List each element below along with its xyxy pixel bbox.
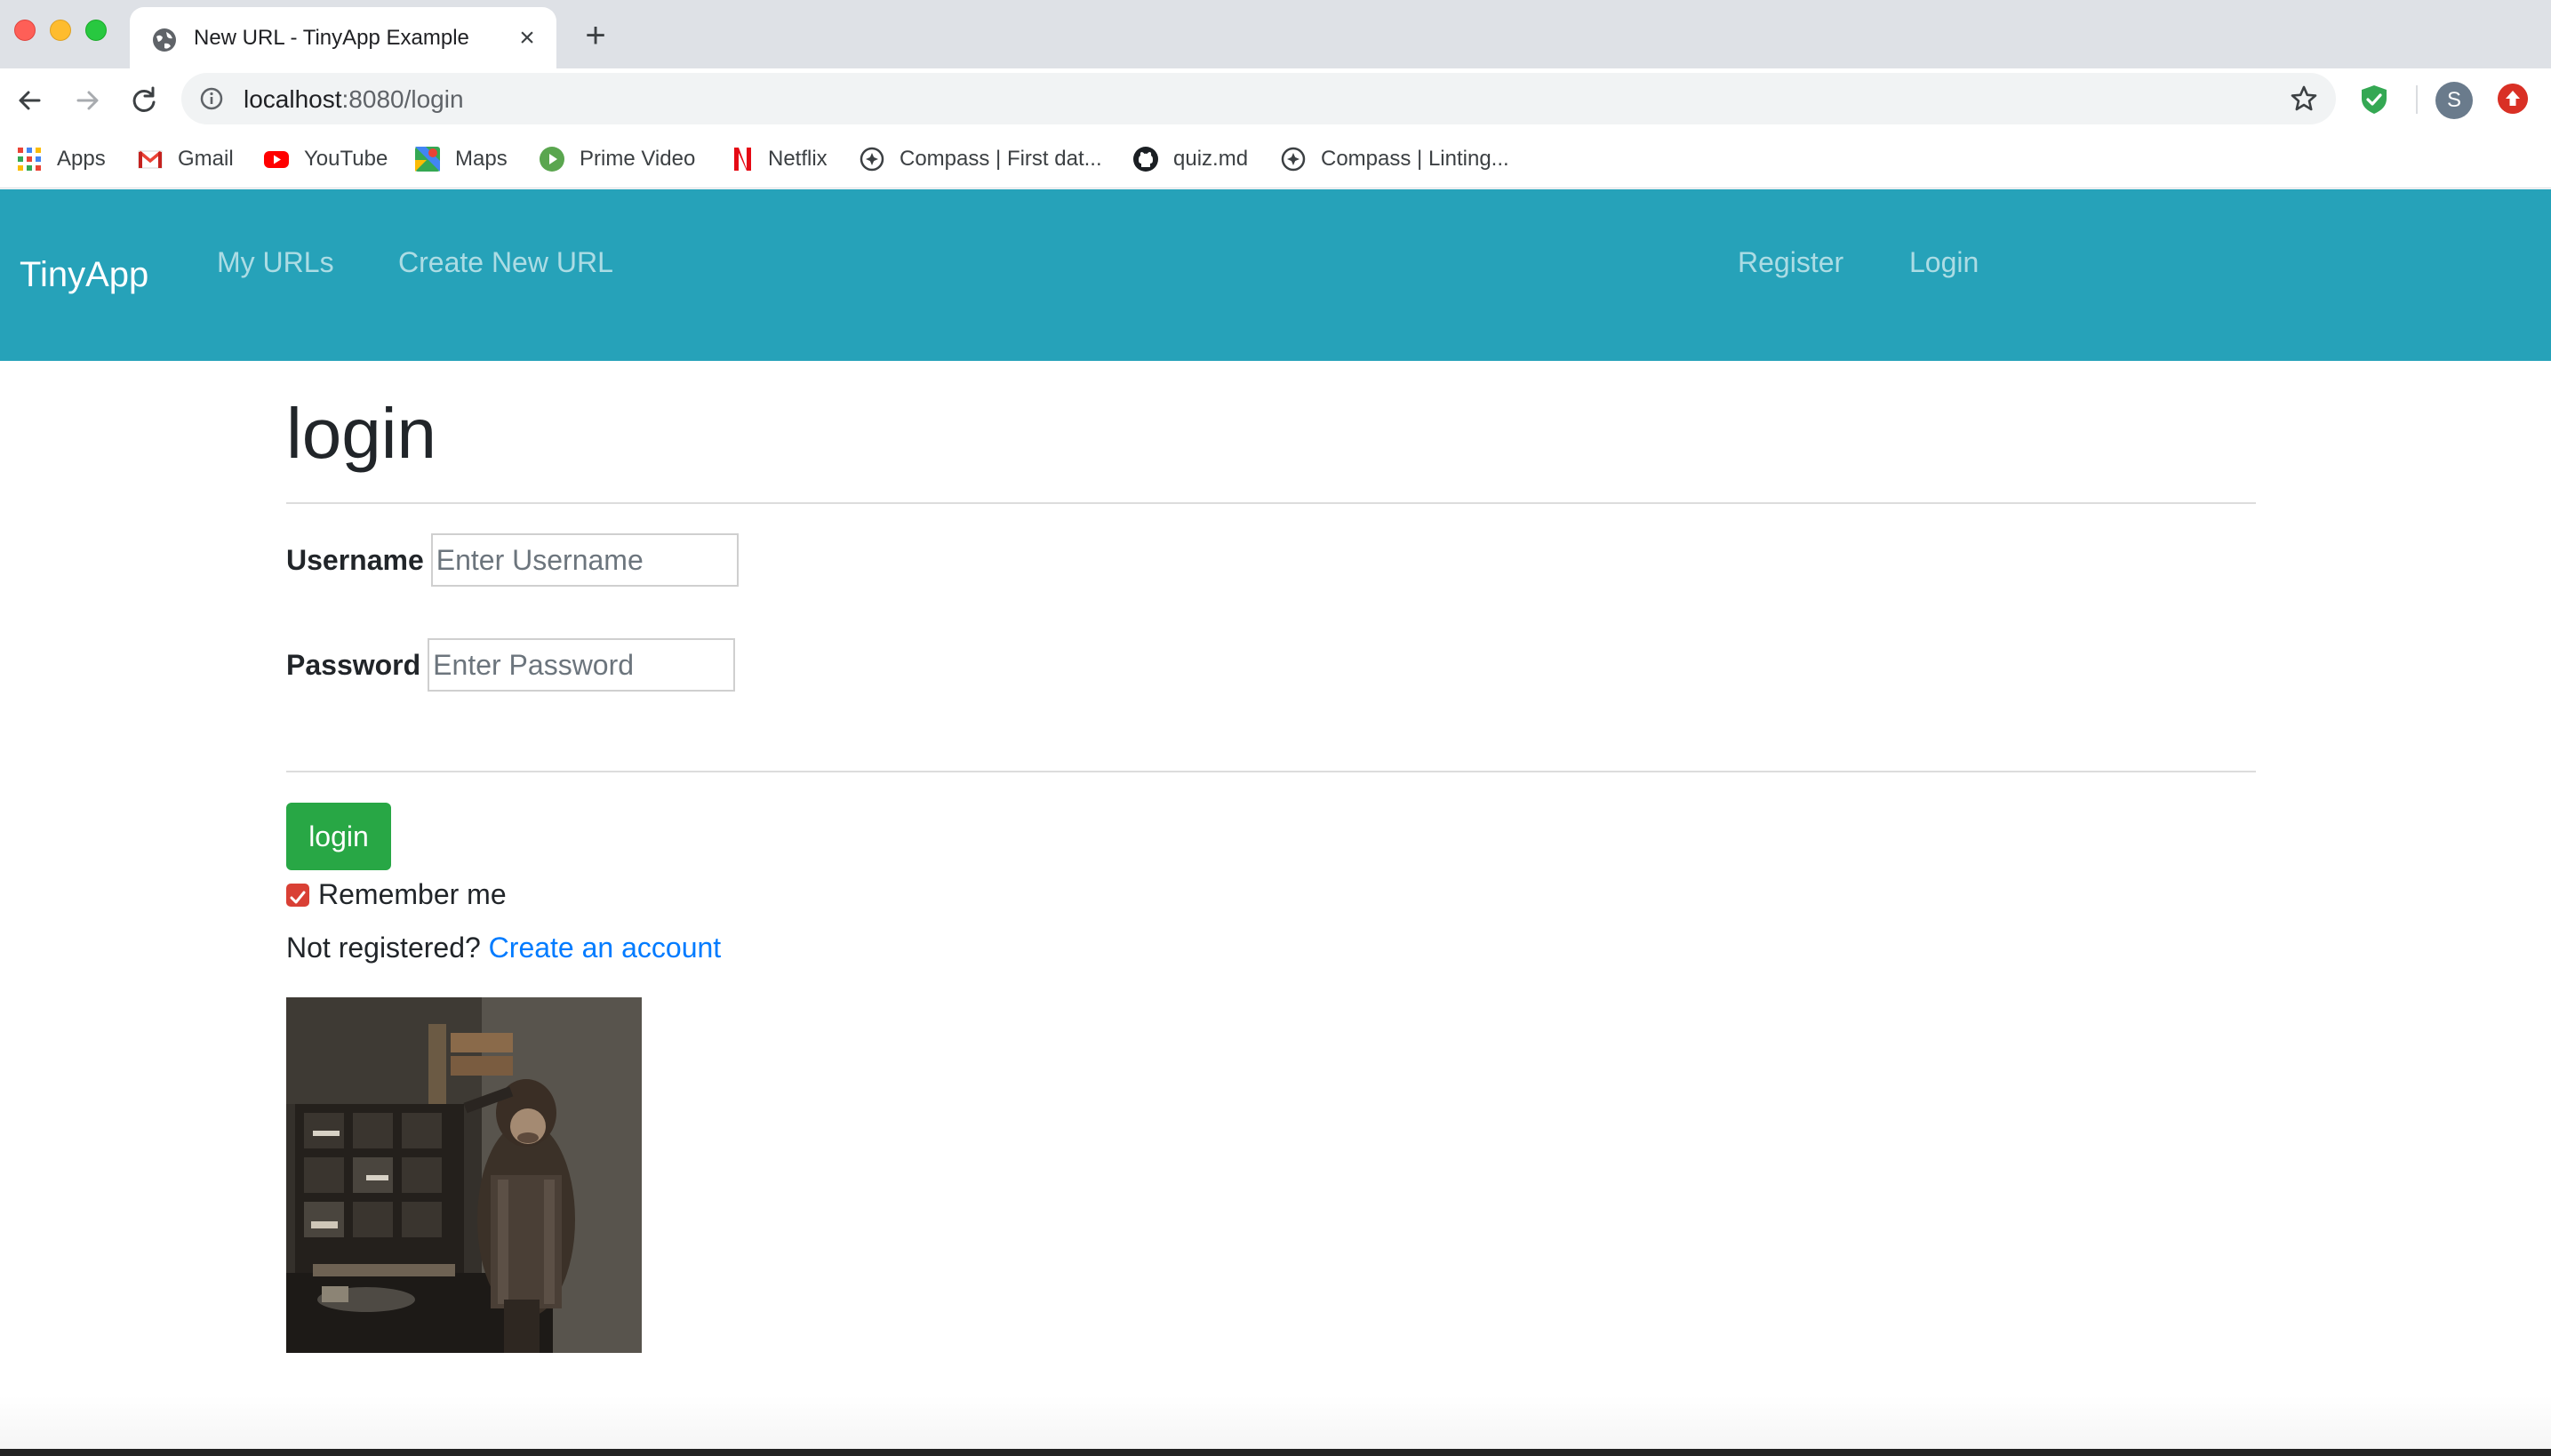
new-tab-button[interactable]: + [578, 18, 613, 53]
bookmark-compass-linting[interactable]: Compass | Linting... [1280, 141, 1509, 177]
url-text: localhost:8080/login [244, 85, 464, 113]
prime-video-icon [540, 147, 564, 172]
bookmark-apps[interactable]: Apps [16, 141, 106, 177]
netflix-icon [734, 148, 751, 171]
register-prompt: Not registered? Create an account [286, 932, 721, 964]
nav-login[interactable]: Login [1909, 246, 1979, 279]
password-row: Password [286, 638, 736, 692]
update-arrow-icon[interactable] [2498, 84, 2528, 114]
remember-me-label[interactable]: Remember me [318, 878, 507, 911]
remember-me-row: Remember me [286, 878, 507, 911]
info-icon[interactable] [199, 86, 224, 111]
bookmark-label: Gmail [178, 147, 234, 171]
maximize-window-button[interactable] [85, 20, 107, 41]
bookmark-maps[interactable]: Maps [414, 141, 508, 177]
page-bottom-fade [0, 1396, 2551, 1456]
address-bar[interactable]: localhost:8080/login [181, 73, 2336, 124]
bookmark-label: Maps [455, 147, 508, 171]
page-title: login [286, 394, 437, 473]
bookmark-label: Prime Video [580, 147, 696, 171]
browser-tab[interactable]: New URL - TinyApp Example × [130, 7, 556, 68]
apps-grid-icon [18, 148, 41, 171]
back-arrow-icon[interactable] [12, 83, 48, 118]
app-navbar: TinyApp My URLs Create New URL Register … [0, 189, 2551, 361]
bookmark-label: YouTube [304, 147, 388, 171]
reload-icon[interactable] [126, 83, 162, 118]
password-input[interactable] [428, 638, 736, 692]
browser-toolbar: localhost:8080/login [0, 68, 2551, 131]
bookmark-youtube[interactable]: YouTube [263, 141, 388, 177]
browser-tab-strip: New URL - TinyApp Example × + [0, 0, 2551, 68]
password-label: Password [286, 648, 421, 681]
bookmark-label: Compass | Linting... [1321, 147, 1509, 171]
maps-icon [415, 147, 440, 172]
chimpanzee-image [286, 997, 642, 1353]
close-window-button[interactable] [14, 20, 36, 41]
title-divider [286, 502, 2256, 504]
page-bottom-edge [0, 1449, 2551, 1456]
bookmark-prime-video[interactable]: Prime Video [539, 141, 695, 177]
username-label: Username [286, 543, 424, 576]
forward-arrow-icon[interactable] [69, 83, 105, 118]
tab-close-icon[interactable]: × [512, 23, 542, 53]
not-registered-text: Not registered? [286, 932, 481, 964]
remember-me-checkbox[interactable] [286, 883, 309, 907]
minimize-window-button[interactable] [50, 20, 71, 41]
nav-register[interactable]: Register [1738, 246, 1843, 279]
bookmark-netflix[interactable]: Netflix [727, 141, 828, 177]
bookmark-label: Apps [57, 147, 106, 171]
bookmark-star-icon[interactable] [2290, 84, 2318, 113]
create-account-link[interactable]: Create an account [489, 932, 722, 964]
bookmark-label: Compass | First dat... [900, 147, 1102, 171]
toolbar-separator [2416, 85, 2418, 114]
compass-icon [1281, 147, 1306, 172]
youtube-icon [264, 151, 289, 168]
gmail-icon [138, 150, 163, 169]
nav-create-new-url[interactable]: Create New URL [398, 246, 613, 279]
globe-icon [153, 28, 176, 52]
brand-logo[interactable]: TinyApp [20, 255, 148, 295]
profile-avatar[interactable]: S [2435, 82, 2473, 119]
username-input[interactable] [430, 533, 739, 587]
login-button[interactable]: login [286, 803, 391, 870]
tab-title: New URL - TinyApp Example [194, 26, 469, 50]
github-icon [1133, 147, 1158, 172]
bookmark-label: Netflix [768, 147, 828, 171]
bookmark-gmail[interactable]: Gmail [137, 141, 234, 177]
bookmarks-bar: Apps Gmail YouTube Maps Prime Video Netf… [0, 131, 2551, 188]
bookmark-compass-first[interactable]: Compass | First dat... [859, 141, 1102, 177]
checkmark-icon [290, 891, 306, 903]
nav-my-urls[interactable]: My URLs [217, 246, 334, 279]
form-divider [286, 771, 2256, 772]
shield-extension-icon[interactable] [2359, 84, 2389, 116]
bookmark-quiz[interactable]: quiz.md [1132, 141, 1248, 177]
bookmark-label: quiz.md [1173, 147, 1249, 171]
username-row: Username [286, 533, 739, 587]
compass-icon [860, 147, 884, 172]
